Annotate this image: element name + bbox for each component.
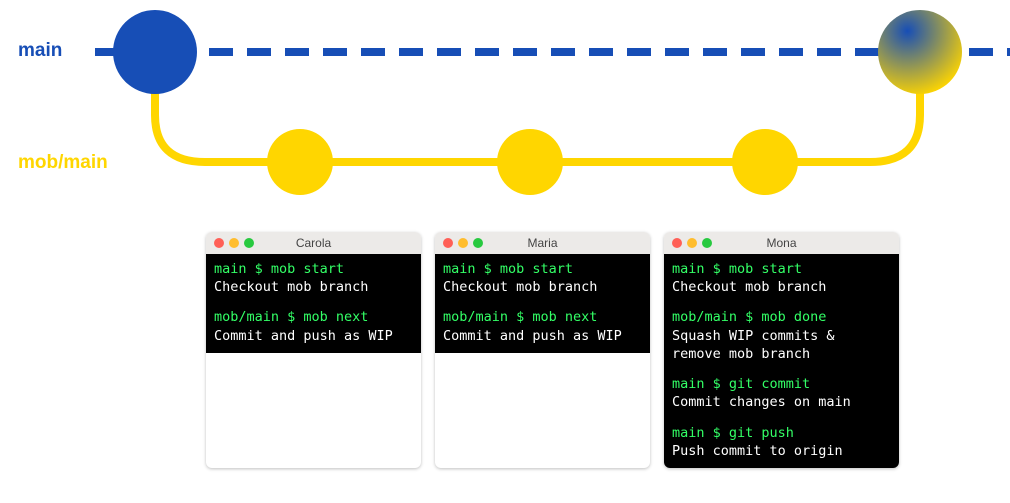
terminal-output: Commit changes on main (672, 393, 891, 411)
terminal-command: mob/main $ mob next (443, 308, 642, 326)
terminal-output: Checkout mob branch (214, 278, 413, 296)
terminal-output: Commit and push as WIP (443, 327, 642, 345)
terminal-command: mob/main $ mob done (672, 308, 891, 326)
terminal-command: main $ mob start (214, 260, 413, 278)
terminal-output: Commit and push as WIP (214, 327, 413, 345)
terminal-output: Squash WIP commits & remove mob branch (672, 327, 891, 363)
terminal-mona: Mona main $ mob start Checkout mob branc… (664, 232, 899, 468)
terminal-output: Push commit to origin (672, 442, 891, 460)
terminal-command: main $ git push (672, 424, 891, 442)
terminal-title: Maria (435, 236, 650, 250)
terminal-output: Checkout mob branch (672, 278, 891, 296)
branch-diagram: main mob/main (0, 0, 1010, 230)
terminal-maria: Maria main $ mob start Checkout mob bran… (435, 232, 650, 468)
terminal-row: Carola main $ mob start Checkout mob bra… (0, 232, 1010, 468)
terminal-command: main $ mob start (672, 260, 891, 278)
terminal-carola: Carola main $ mob start Checkout mob bra… (206, 232, 421, 468)
terminal-body: main $ mob start Checkout mob branch mob… (435, 254, 650, 353)
terminal-header: Mona (664, 232, 899, 254)
merge-commit (878, 10, 962, 94)
mob-branch-label: mob/main (18, 152, 108, 174)
terminal-command: mob/main $ mob next (214, 308, 413, 326)
mob-commit-1 (267, 129, 333, 195)
terminal-header: Carola (206, 232, 421, 254)
main-commit-start (113, 10, 197, 94)
terminal-body: main $ mob start Checkout mob branch mob… (664, 254, 899, 468)
terminal-title: Mona (664, 236, 899, 250)
terminal-header: Maria (435, 232, 650, 254)
terminal-command: main $ git commit (672, 375, 891, 393)
terminal-output: Checkout mob branch (443, 278, 642, 296)
branch-svg (0, 0, 1010, 230)
terminal-command: main $ mob start (443, 260, 642, 278)
mob-commit-2 (497, 129, 563, 195)
mob-commit-3 (732, 129, 798, 195)
terminal-body: main $ mob start Checkout mob branch mob… (206, 254, 421, 353)
terminal-title: Carola (206, 236, 421, 250)
main-branch-label: main (18, 40, 62, 62)
